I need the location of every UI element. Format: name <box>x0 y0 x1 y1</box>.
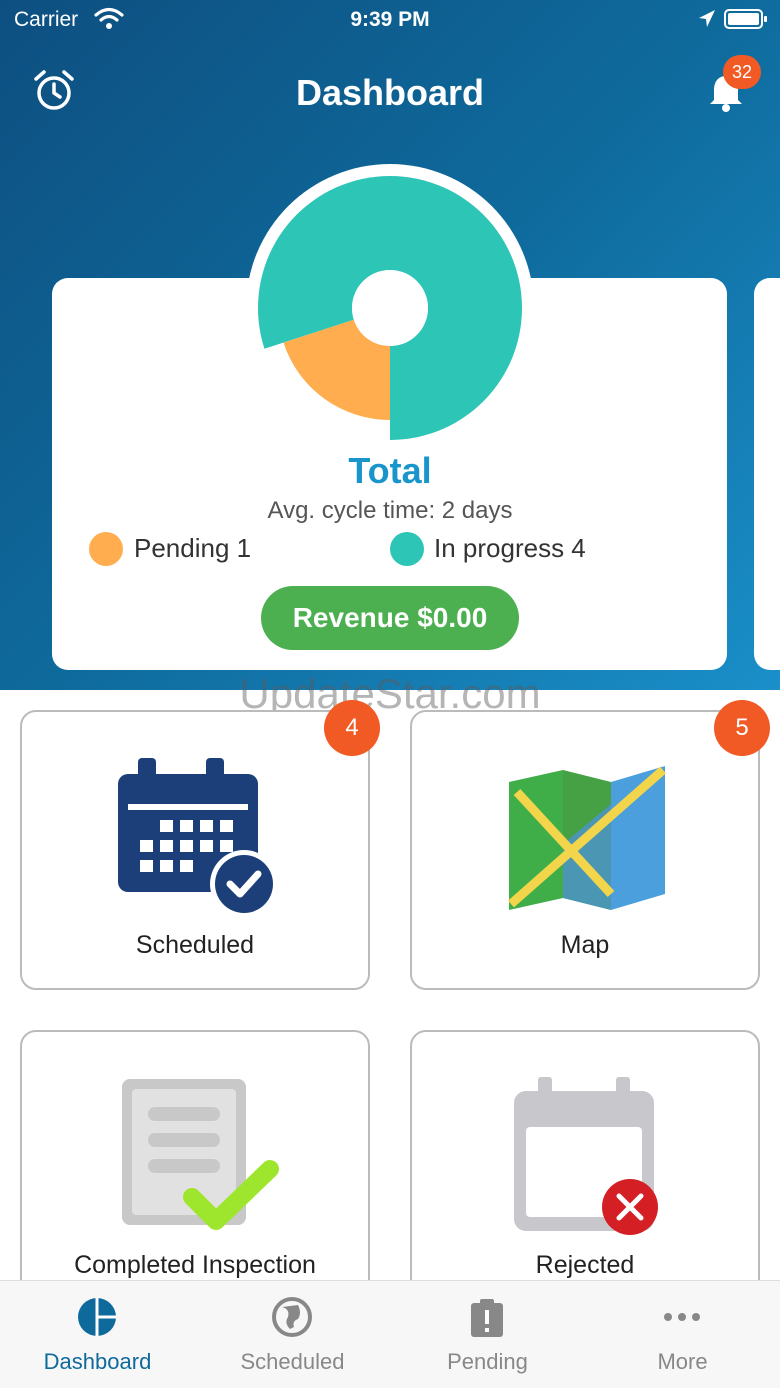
location-arrow-icon <box>699 10 715 27</box>
rejected-tile[interactable]: Rejected <box>410 1030 760 1310</box>
nav-bar: Dashboard <box>0 55 780 130</box>
completed-document-check-icon <box>122 1079 279 1230</box>
tab-pending-label: Pending <box>447 1349 528 1374</box>
scheduled-count-badge: 4 <box>324 700 380 756</box>
notification-count-badge: 32 <box>723 55 761 89</box>
scheduled-tile-label: Scheduled <box>135 931 255 959</box>
avg-cycle-time: Avg. cycle time: 2 days <box>267 497 513 524</box>
map-tile-label: Map <box>560 931 610 959</box>
clipboard-alert-icon <box>471 1299 503 1337</box>
tab-more[interactable]: More <box>585 1281 780 1388</box>
scheduled-tile[interactable]: Scheduled <box>20 710 370 990</box>
revenue-button[interactable]: Revenue $0.00 <box>261 586 519 650</box>
status-bar: Carrier 9:39 PM <box>0 0 780 40</box>
more-dots-icon <box>664 1313 700 1321</box>
tab-dashboard-label: Dashboard <box>43 1349 152 1374</box>
completed-inspection-label: Completed Inspection <box>74 1251 316 1279</box>
tab-scheduled[interactable]: Scheduled <box>195 1281 390 1388</box>
battery-icon <box>724 9 767 29</box>
map-tile[interactable]: Map <box>410 710 760 990</box>
rejected-tile-label: Rejected <box>535 1251 635 1279</box>
calendar-check-icon <box>118 758 278 918</box>
chart-total-label: Total <box>348 450 432 491</box>
map-count-badge: 5 <box>714 700 770 756</box>
donut-hole <box>352 270 428 346</box>
tab-dashboard[interactable]: Dashboard <box>0 1281 195 1388</box>
legend-in-progress-label: In progress 4 <box>434 533 586 563</box>
legend-pending-label: Pending 1 <box>134 533 252 563</box>
tab-more-label: More <box>657 1349 708 1374</box>
tab-scheduled-label: Scheduled <box>240 1349 345 1374</box>
globe-icon <box>272 1297 312 1337</box>
map-icon <box>508 766 666 910</box>
tab-pending[interactable]: Pending <box>390 1281 585 1388</box>
page-title: Dashboard <box>295 72 485 113</box>
tab-bar: Dashboard Scheduled Pending More <box>0 1280 780 1388</box>
legend-pending-dot <box>89 532 123 566</box>
pie-chart-icon <box>78 1298 116 1336</box>
status-donut-chart <box>258 176 522 440</box>
rejected-calendar-icon <box>514 1077 658 1235</box>
completed-inspection-tile[interactable]: Completed Inspection <box>20 1030 370 1310</box>
legend-in-progress-dot <box>390 532 424 566</box>
status-time: 9:39 PM <box>350 8 430 31</box>
